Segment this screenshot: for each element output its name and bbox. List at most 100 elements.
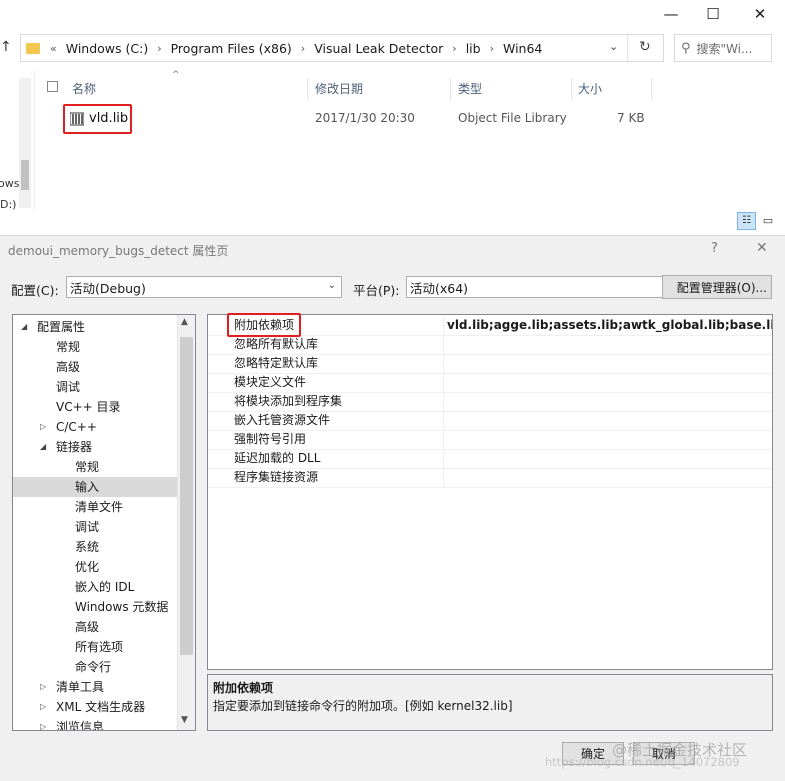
tree-item[interactable]: 嵌入的 IDL	[13, 577, 179, 597]
tree-item-label: 调试	[56, 380, 81, 394]
tree-item[interactable]: ▷ XML 文档生成器	[13, 697, 179, 717]
property-row[interactable]: 将模块添加到程序集	[208, 392, 772, 412]
overflow-chevron-icon[interactable]: «	[50, 42, 57, 55]
tree-item[interactable]: 系统	[13, 537, 179, 557]
property-row[interactable]: 忽略特定默认库	[208, 354, 772, 374]
tree-item-label: 优化	[75, 560, 100, 574]
config-select[interactable]: 活动(Debug) ⌄	[66, 276, 342, 298]
tree-item[interactable]: 调试	[13, 377, 179, 397]
details-view-icon[interactable]: ☷	[737, 212, 756, 230]
tree-item-label: XML 文档生成器	[56, 700, 146, 714]
tree-item[interactable]: ▷ C/C++	[13, 417, 179, 437]
tree-item-label: 常规	[75, 460, 100, 474]
tree-item[interactable]: 所有选项	[13, 637, 179, 657]
nav-item-fragment[interactable]: ows	[0, 177, 19, 190]
search-input[interactable]: ⚲ 搜索"Wi...	[674, 34, 772, 62]
breadcrumb-item[interactable]: lib	[466, 41, 481, 56]
tree-item-label: 浏览信息	[56, 720, 105, 731]
column-header-name[interactable]: 名称	[72, 80, 96, 97]
breadcrumb-item[interactable]: Win64	[503, 41, 542, 56]
tree-item-label: 命令行	[75, 660, 112, 674]
help-button[interactable]: ?	[711, 241, 718, 256]
property-tree[interactable]: ◢ 配置属性 常规 高级 调试 VC++ 目录 ▷ C/C++ ◢ 链接器 常规 输入 清单文件 调试 系统…	[12, 314, 196, 731]
tree-item[interactable]: 清单文件	[13, 497, 179, 517]
scroll-up-icon[interactable]: ▲	[181, 317, 188, 327]
tree-item[interactable]: 高级	[13, 617, 179, 637]
expanded-triangle-icon[interactable]: ◢	[40, 437, 46, 457]
property-row[interactable]: 程序集链接资源	[208, 468, 772, 488]
property-grid[interactable]: 附加依赖项 vld.lib;agge.lib;assets.lib;awtk_gl…	[207, 314, 773, 670]
tree-scrollbar[interactable]: ▲ ▼	[177, 315, 195, 730]
scroll-down-icon[interactable]: ▼	[181, 715, 188, 725]
expanded-triangle-icon[interactable]: ◢	[21, 317, 27, 337]
tree-item-label: 输入	[75, 480, 100, 494]
collapsed-triangle-icon[interactable]: ▷	[40, 417, 46, 437]
platform-select[interactable]: 活动(x64) ⌄	[406, 276, 682, 298]
chevron-right-icon: ›	[452, 41, 457, 55]
tree-item[interactable]: 高级	[13, 357, 179, 377]
tree-item[interactable]: 常规	[13, 457, 179, 477]
tree-item[interactable]: 输入	[13, 477, 179, 497]
dialog-close-button[interactable]: ✕	[756, 240, 768, 256]
config-manager-button[interactable]: 配置管理器(O)...	[662, 275, 772, 299]
property-row[interactable]: 嵌入托管资源文件	[208, 411, 772, 431]
tree-item-label: Windows 元数据	[75, 600, 169, 614]
config-value: 活动(Debug)	[70, 280, 146, 296]
tree-item-label: 嵌入的 IDL	[75, 580, 135, 594]
column-header-modified[interactable]: 修改日期	[315, 80, 363, 97]
history-dropdown-icon[interactable]: ⌄	[609, 40, 618, 53]
up-arrow-icon[interactable]: ↑	[0, 39, 12, 55]
file-size: 7 KB	[617, 111, 645, 125]
property-row[interactable]: 模块定义文件	[208, 373, 772, 393]
tree-item-label: 系统	[75, 540, 100, 554]
collapsed-triangle-icon[interactable]: ▷	[40, 677, 46, 697]
tree-item[interactable]: ▷ 清单工具	[13, 677, 179, 697]
property-row[interactable]: 强制符号引用	[208, 430, 772, 450]
breadcrumb-item[interactable]: Visual Leak Detector	[314, 41, 443, 56]
large-icons-view-icon[interactable]: ▭	[760, 213, 776, 229]
file-type: Object File Library	[458, 111, 567, 125]
breadcrumb-item[interactable]: Program Files (x86)	[171, 41, 292, 56]
collapsed-triangle-icon[interactable]: ▷	[40, 697, 46, 717]
tree-item-label: 配置属性	[37, 320, 86, 334]
column-header-type[interactable]: 类型	[458, 80, 482, 97]
address-bar[interactable]: « Windows (C:) › Program Files (x86) › Vis…	[20, 34, 664, 62]
watermark-url: https://blog.csdn.net/q_14072809	[545, 755, 740, 769]
collapsed-triangle-icon[interactable]: ▷	[40, 717, 46, 730]
tree-item[interactable]: ▷ 浏览信息	[13, 717, 179, 731]
tree-item[interactable]: 命令行	[13, 657, 179, 677]
maximize-button[interactable]: ☐	[690, 0, 736, 28]
file-row[interactable]: vld.lib	[70, 111, 128, 126]
tree-item-label: 高级	[75, 620, 100, 634]
refresh-icon[interactable]: ↻	[639, 39, 651, 55]
property-pages-dialog: demoui_memory_bugs_detect 属性页 ? ✕ 配置(C):…	[0, 235, 785, 781]
select-all-checkbox[interactable]	[47, 81, 58, 92]
chevron-right-icon: ›	[489, 41, 494, 55]
search-placeholder: 搜索"Wi...	[696, 41, 753, 56]
property-row[interactable]: 延迟加载的 DLL	[208, 449, 772, 469]
search-icon: ⚲	[681, 40, 691, 56]
tree-item[interactable]: ◢ 配置属性	[13, 317, 179, 337]
nav-scrollbar-thumb[interactable]	[21, 160, 29, 190]
tree-item[interactable]: 常规	[13, 337, 179, 357]
tree-item[interactable]: Windows 元数据	[13, 597, 179, 617]
tree-item[interactable]: 调试	[13, 517, 179, 537]
file-name[interactable]: vld.lib	[89, 111, 128, 126]
nav-item-fragment[interactable]: D:)	[0, 198, 16, 211]
tree-item[interactable]: ◢ 链接器	[13, 437, 179, 457]
breadcrumb-item[interactable]: Windows (C:)	[66, 41, 148, 56]
tree-item-label: 高级	[56, 360, 81, 374]
chevron-right-icon: ›	[300, 41, 306, 55]
column-header-size[interactable]: 大小	[578, 80, 602, 97]
tree-item[interactable]: 优化	[13, 557, 179, 577]
property-name: 模块定义文件	[234, 375, 307, 389]
property-value[interactable]: vld.lib;agge.lib;assets.lib;awtk_global.…	[447, 316, 772, 335]
minimize-button[interactable]: —	[648, 0, 694, 28]
tree-item-label: 常规	[56, 340, 81, 354]
description-title: 附加依赖项	[213, 681, 274, 695]
property-row[interactable]: 忽略所有默认库	[208, 335, 772, 355]
navigation-pane[interactable]: ows D:)	[0, 70, 35, 212]
tree-item[interactable]: VC++ 目录	[13, 397, 179, 417]
tree-scrollbar-thumb[interactable]	[180, 337, 193, 655]
close-button[interactable]: ✕	[737, 0, 783, 28]
